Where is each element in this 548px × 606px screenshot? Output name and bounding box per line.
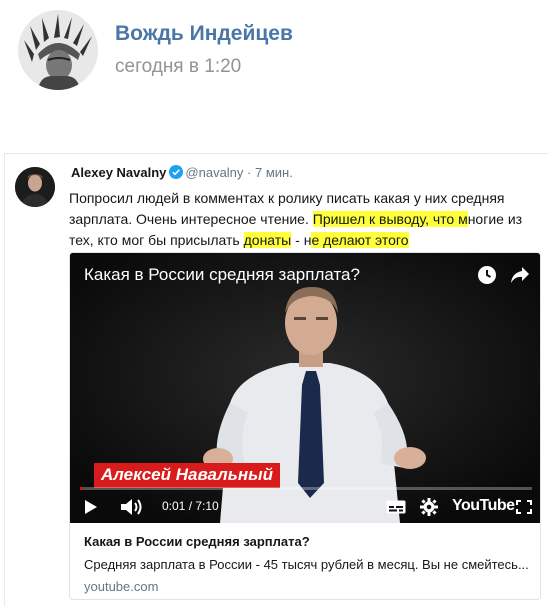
card-description: Средняя зарплата в России - 45 тысяч руб… — [84, 557, 529, 572]
tweet-text: Попросил людей в комментах к ролику писа… — [69, 188, 547, 251]
video-player[interactable]: Какая в России средняя зарплата? Алексей… — [70, 253, 540, 523]
tweet-text-highlight: е делают этого — [311, 232, 409, 248]
video-time: 0:01 / 7:10 — [162, 499, 219, 513]
fullscreen-icon[interactable] — [516, 500, 532, 519]
post-time[interactable]: сегодня в 1:20 — [115, 56, 241, 78]
clock-icon[interactable] — [477, 265, 497, 290]
verified-icon — [169, 165, 184, 182]
embedded-tweet: Alexey Navalny @navalny · 7 мин. Попросил… — [4, 153, 548, 606]
video-overlay-title: Какая в России средняя зарплата? — [84, 265, 360, 284]
tweet-author-name[interactable]: Alexey Navalny — [71, 165, 166, 180]
play-icon[interactable] — [84, 499, 98, 520]
share-icon[interactable] — [510, 266, 530, 289]
video-progress-fill — [80, 487, 82, 490]
author-name[interactable]: Вождь Индейцев — [115, 22, 293, 46]
video-controls: 0:01 / 7:10 YouTube — [70, 491, 540, 523]
card-title[interactable]: Какая в России средняя зарплата? — [84, 534, 310, 549]
gear-icon[interactable] — [420, 498, 438, 521]
volume-icon[interactable] — [120, 498, 144, 521]
subtitles-icon[interactable] — [386, 500, 406, 519]
link-card[interactable]: Какая в России средняя зарплата? Алексей… — [69, 252, 541, 600]
tweet-avatar[interactable] — [15, 167, 55, 207]
tweet-text-part: - н — [291, 232, 312, 248]
youtube-logo[interactable]: YouTube — [452, 497, 515, 515]
video-progress-bar[interactable] — [80, 487, 532, 490]
tweet-text-highlight: донаты — [243, 232, 292, 248]
tweet-text-highlight: Пришел к выводу, что м — [312, 211, 468, 227]
tweet-time[interactable]: 7 мин. — [255, 165, 293, 180]
tweet-handle[interactable]: @navalny — [185, 165, 243, 180]
author-avatar[interactable] — [18, 10, 98, 90]
lower-third-name: Алексей Навальный — [94, 463, 280, 488]
card-domain[interactable]: youtube.com — [84, 579, 158, 594]
separator-dot: · — [247, 165, 252, 180]
tweet-header: Alexey Navalny @navalny · 7 мин. — [71, 165, 293, 182]
